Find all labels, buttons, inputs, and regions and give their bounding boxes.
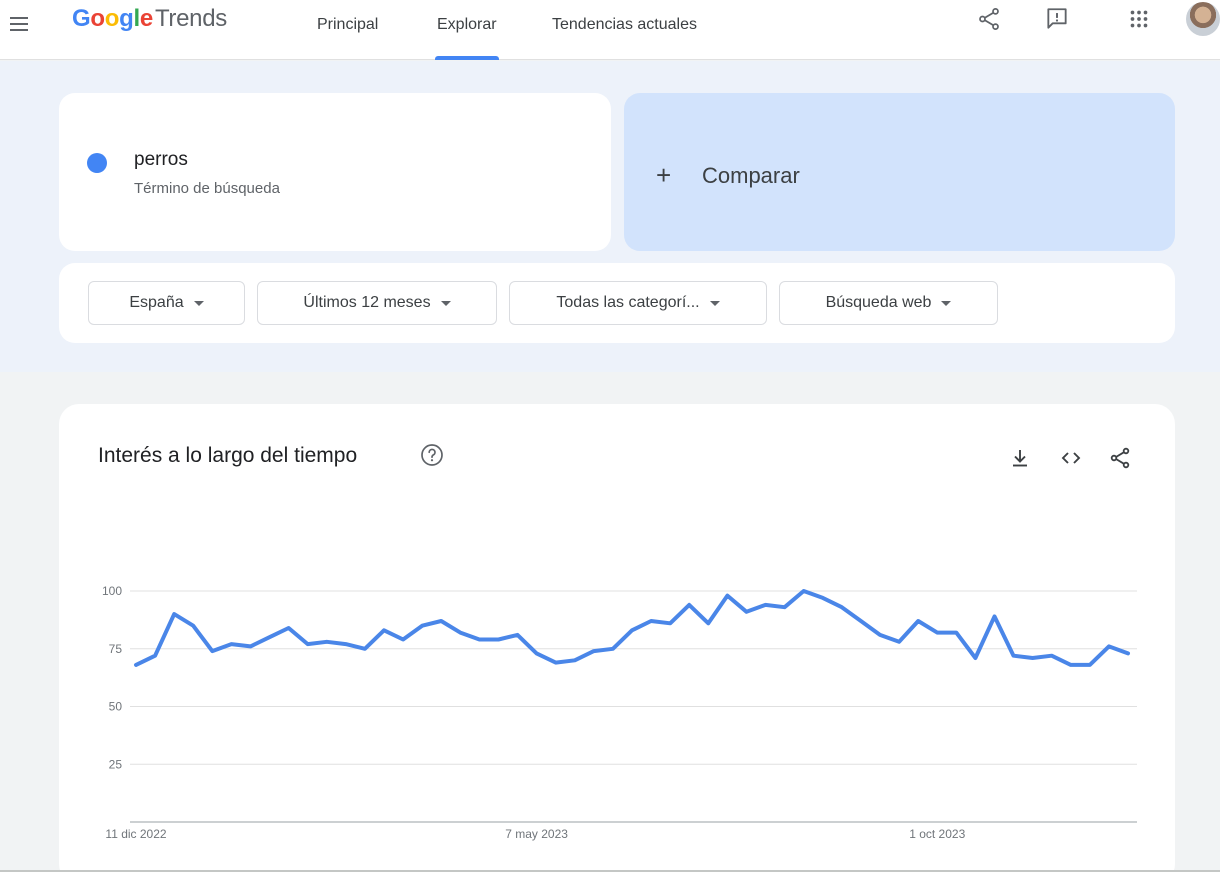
avatar[interactable] <box>1186 2 1220 36</box>
compare-label: Comparar <box>702 163 800 188</box>
data-point[interactable] <box>760 599 772 611</box>
data-point[interactable] <box>836 601 848 613</box>
logo-trends: Trends <box>154 5 227 32</box>
tab-tendencias-actuales[interactable]: Tendencias actuales <box>552 0 697 60</box>
data-point[interactable] <box>664 617 676 629</box>
x-tick-label: 1 oct 2023 <box>909 827 965 841</box>
data-point[interactable] <box>225 638 237 650</box>
data-point[interactable] <box>855 615 867 627</box>
data-point[interactable] <box>340 638 352 650</box>
data-point[interactable] <box>626 624 638 636</box>
data-point[interactable] <box>531 647 543 659</box>
data-point[interactable] <box>244 640 256 652</box>
data-point[interactable] <box>702 617 714 629</box>
data-point[interactable] <box>264 631 276 643</box>
data-point[interactable] <box>607 643 619 655</box>
data-point[interactable] <box>779 601 791 613</box>
data-point[interactable] <box>988 610 1000 622</box>
share-icon[interactable] <box>976 6 1002 32</box>
y-tick-label: 100 <box>102 584 122 598</box>
data-point[interactable] <box>721 590 733 602</box>
search-term-type: Término de búsqueda <box>134 180 280 197</box>
y-tick-label: 75 <box>109 642 123 656</box>
data-point[interactable] <box>912 615 924 627</box>
data-point[interactable] <box>378 624 390 636</box>
download-icon[interactable] <box>1008 446 1032 470</box>
data-point[interactable] <box>397 634 409 646</box>
filter-region[interactable]: España <box>88 281 245 325</box>
data-point[interactable] <box>454 627 466 639</box>
menu-icon[interactable] <box>10 12 34 36</box>
data-point[interactable] <box>302 638 314 650</box>
data-point[interactable] <box>1046 650 1058 662</box>
data-point[interactable] <box>874 629 886 641</box>
data-point[interactable] <box>950 627 962 639</box>
filter-category[interactable]: Todas las categorí... <box>509 281 767 325</box>
data-point[interactable] <box>683 599 695 611</box>
feedback-icon[interactable] <box>1044 6 1070 32</box>
interest-line-chart: 25 50 75 100 11 dic 2022 7 may 2023 1 oct 2023 <box>102 584 1137 841</box>
data-point[interactable] <box>588 645 600 657</box>
data-point[interactable] <box>416 620 428 632</box>
data-point[interactable] <box>283 622 295 634</box>
x-tick-label: 11 dic 2022 <box>105 827 166 841</box>
search-term-card[interactable] <box>59 93 611 251</box>
data-point[interactable] <box>1027 652 1039 664</box>
data-point[interactable] <box>569 654 581 666</box>
embed-icon[interactable] <box>1059 446 1083 470</box>
data-point[interactable] <box>1084 659 1096 671</box>
google-trends-logo[interactable]: GoogleTrends <box>72 5 227 33</box>
term-color-dot <box>87 153 107 173</box>
y-tick-label: 25 <box>109 757 123 771</box>
data-point[interactable] <box>473 634 485 646</box>
tab-principal[interactable]: Principal <box>317 0 378 60</box>
data-point[interactable] <box>359 643 371 655</box>
filter-time-range[interactable]: Últimos 12 meses <box>257 281 497 325</box>
data-point[interactable] <box>969 652 981 664</box>
data-point[interactable] <box>893 636 905 648</box>
data-point[interactable] <box>206 645 218 657</box>
caret-down-icon <box>193 300 204 306</box>
caret-down-icon <box>440 300 451 306</box>
data-point[interactable] <box>817 592 829 604</box>
data-point[interactable] <box>168 608 180 620</box>
filter-search-type[interactable]: Búsqueda web <box>779 281 998 325</box>
data-point[interactable] <box>149 650 161 662</box>
data-point[interactable] <box>1122 647 1134 659</box>
data-point[interactable] <box>550 657 562 669</box>
data-point[interactable] <box>798 585 810 597</box>
data-point[interactable] <box>1065 659 1077 671</box>
data-point[interactable] <box>512 629 524 641</box>
data-point[interactable] <box>130 659 142 671</box>
data-point[interactable] <box>492 634 504 646</box>
data-point[interactable] <box>1103 640 1115 652</box>
data-point[interactable] <box>931 627 943 639</box>
tab-explorar[interactable]: Explorar <box>435 0 499 60</box>
data-point[interactable] <box>435 615 447 627</box>
data-point[interactable] <box>645 615 657 627</box>
caret-down-icon <box>941 300 952 306</box>
data-point[interactable] <box>321 636 333 648</box>
share-icon[interactable] <box>1108 446 1132 470</box>
help-icon[interactable] <box>420 443 444 467</box>
filter-region-label: España <box>129 294 184 311</box>
data-point[interactable] <box>187 620 199 632</box>
data-point[interactable] <box>740 606 752 618</box>
y-tick-label: 50 <box>109 700 123 714</box>
data-point[interactable] <box>1008 650 1020 662</box>
plus-icon: + <box>656 160 672 190</box>
x-tick-label: 7 may 2023 <box>505 827 568 841</box>
filter-category-label: Todas las categorí... <box>556 294 700 311</box>
filter-time-label: Últimos 12 meses <box>303 294 431 311</box>
caret-down-icon <box>709 300 720 306</box>
filter-search-type-label: Búsqueda web <box>825 294 932 311</box>
apps-icon[interactable] <box>1126 6 1152 32</box>
chart-title: Interés a lo largo del tiempo <box>98 444 358 467</box>
search-term[interactable]: perros <box>134 149 188 171</box>
logo-google: Google <box>72 5 153 32</box>
